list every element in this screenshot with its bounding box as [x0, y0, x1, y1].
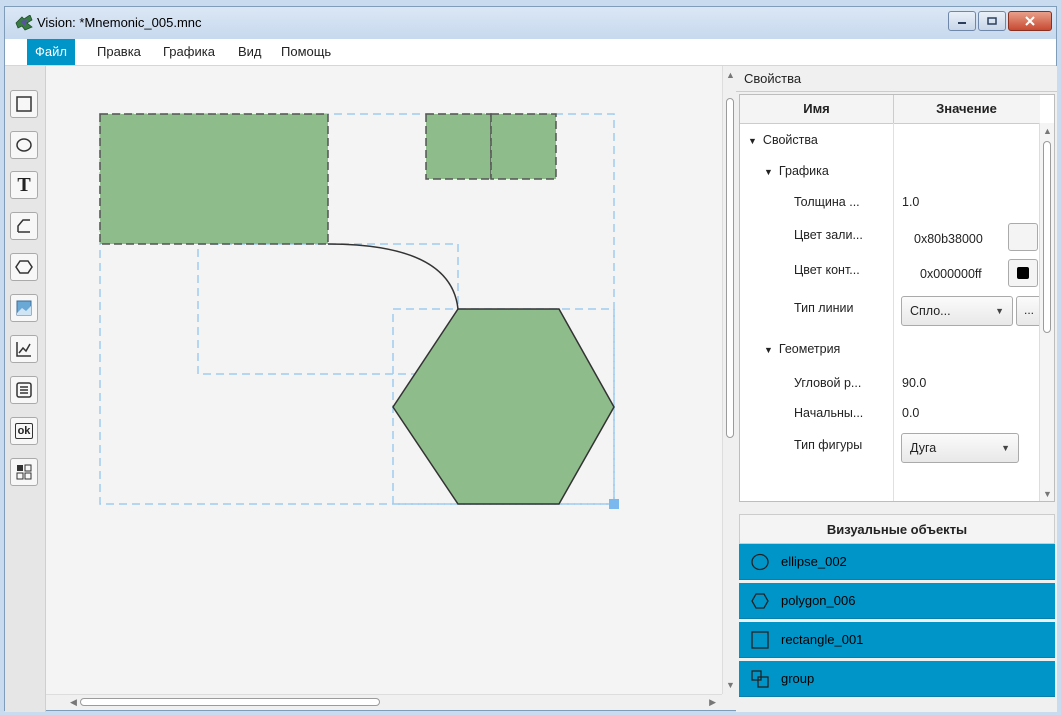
shape-type-select[interactable]: Дуга ▼ — [901, 433, 1019, 463]
rectangle-icon — [751, 631, 769, 649]
color-swatch-icon — [1017, 267, 1029, 279]
group-icon — [751, 670, 769, 688]
column-divider — [893, 123, 894, 501]
column-header-name[interactable]: Имя — [740, 95, 894, 123]
start-angle-value[interactable]: 0.0 — [902, 406, 919, 420]
scroll-down-icon[interactable]: ▼ — [1043, 489, 1052, 499]
tool-palette: T ok — [5, 66, 46, 712]
rectangle-shape[interactable] — [99, 113, 329, 245]
minimize-icon — [958, 22, 966, 24]
visual-object-ellipse[interactable]: ellipse_002 — [739, 544, 1055, 580]
expand-triangle-icon[interactable]: ▼ — [764, 345, 773, 355]
ok-button-tool-icon: ok — [14, 423, 34, 439]
window-title: Vision: *Mnemonic_005.mnc — [37, 15, 202, 30]
chevron-down-icon: ▼ — [1001, 443, 1010, 453]
expand-triangle-icon[interactable]: ▼ — [748, 136, 757, 146]
square-shape-left[interactable] — [425, 113, 492, 180]
horizontal-scroll-thumb[interactable] — [80, 698, 380, 706]
table-tool-icon — [16, 382, 32, 398]
mnemonic-canvas[interactable] — [46, 66, 722, 694]
image-tool-button[interactable] — [10, 294, 38, 322]
ellipse-icon — [751, 553, 769, 571]
line-type-select[interactable]: Спло... ▼ — [901, 296, 1013, 326]
stroke-color-label: Цвет конт... — [794, 263, 860, 277]
table-tool-button[interactable] — [10, 376, 38, 404]
visual-objects-header: Визуальные объекты — [739, 514, 1055, 544]
shape-type-label: Тип фигуры — [794, 438, 863, 452]
tree-row-geometry[interactable]: ▼ Геометрия — [764, 342, 840, 356]
thickness-label: Толщина ... — [794, 195, 860, 209]
title-bar: Vision: *Mnemonic_005.mnc — [5, 7, 1056, 39]
polyline-tool-icon — [17, 219, 30, 233]
text-tool-button[interactable]: T — [10, 171, 38, 199]
fill-color-value[interactable]: 0x80b38000 — [914, 232, 983, 246]
polyline-tool-button[interactable] — [10, 212, 38, 240]
right-panel: Свойства Имя Значение ▼ Свойства ▼ Графика… — [736, 66, 1057, 712]
stroke-color-picker-button[interactable] — [1008, 259, 1038, 287]
expand-triangle-icon[interactable]: ▼ — [764, 167, 773, 177]
close-button[interactable] — [1008, 11, 1052, 31]
canvas-drawing — [99, 113, 619, 509]
text-tool-icon: T — [17, 173, 31, 196]
menu-file[interactable]: Файл — [27, 39, 75, 65]
angle-value[interactable]: 90.0 — [902, 376, 926, 390]
polygon-tool-icon — [15, 260, 33, 274]
scroll-left-icon[interactable]: ◀ — [70, 697, 77, 708]
properties-scroll-thumb[interactable] — [1043, 141, 1051, 333]
visual-object-rectangle[interactable]: rectangle_001 — [739, 622, 1055, 658]
trend-tool-button[interactable] — [10, 335, 38, 363]
maximize-button[interactable] — [978, 11, 1006, 31]
scroll-up-icon[interactable]: ▲ — [1043, 126, 1052, 136]
angle-label: Угловой р... — [794, 376, 862, 390]
widget-tool-button[interactable] — [10, 458, 38, 486]
visual-object-polygon[interactable]: polygon_006 — [739, 583, 1055, 619]
properties-header: Имя Значение — [740, 95, 1040, 124]
chevron-down-icon: ▼ — [995, 306, 1004, 316]
rectangle-tool-icon — [16, 96, 32, 112]
app-logo-icon — [15, 15, 33, 31]
fill-color-picker-button[interactable] — [1008, 223, 1038, 251]
scroll-down-icon[interactable]: ▼ — [726, 680, 735, 690]
fill-color-label: Цвет зали... — [794, 228, 863, 242]
close-icon — [1025, 16, 1035, 26]
polygon-tool-button[interactable] — [10, 253, 38, 281]
button-tool-button[interactable]: ok — [10, 417, 38, 445]
polygon-icon — [751, 593, 769, 609]
grid-widget-icon — [16, 464, 32, 480]
menu-help[interactable]: Помощь — [273, 39, 339, 65]
maximize-icon — [987, 17, 997, 25]
menu-edit[interactable]: Правка — [89, 39, 149, 65]
image-tool-icon — [16, 300, 32, 316]
menu-view[interactable]: Вид — [230, 39, 270, 65]
properties-scrollbar[interactable]: ▲ ▼ — [1039, 123, 1054, 501]
scroll-right-icon[interactable]: ▶ — [709, 697, 716, 708]
arc-shape[interactable] — [327, 243, 459, 310]
chart-tool-icon — [16, 342, 31, 357]
properties-table: Имя Значение ▼ Свойства ▼ Графика Толщина … — [739, 94, 1055, 502]
start-angle-label: Начальны... — [794, 406, 864, 420]
tree-row-properties[interactable]: ▼ Свойства — [748, 133, 818, 147]
ellipse-tool-button[interactable] — [10, 131, 38, 159]
column-header-value[interactable]: Значение — [893, 95, 1040, 123]
rectangle-tool-button[interactable] — [10, 90, 38, 118]
line-type-label: Тип линии — [794, 301, 854, 315]
canvas-horizontal-scrollbar[interactable]: ◀ ▶ — [46, 694, 722, 709]
visual-object-group[interactable]: group — [739, 661, 1055, 697]
hexagon-shape[interactable] — [392, 308, 615, 505]
menu-graphics[interactable]: Графика — [155, 39, 223, 65]
resize-handle[interactable] — [609, 499, 619, 509]
thickness-value[interactable]: 1.0 — [902, 195, 919, 209]
vertical-scroll-thumb[interactable] — [726, 98, 734, 438]
square-shape-right[interactable] — [490, 113, 557, 180]
app-window: Vision: *Mnemonic_005.mnc Файл Правка Гр… — [4, 6, 1057, 712]
properties-panel-title: Свойства — [736, 66, 1057, 92]
ellipse-tool-icon — [16, 138, 32, 152]
minimize-button[interactable] — [948, 11, 976, 31]
menu-bar: Файл Правка Графика Вид Помощь — [5, 39, 1056, 66]
tree-row-graphics[interactable]: ▼ Графика — [764, 164, 829, 178]
stroke-color-value[interactable]: 0x000000ff — [920, 267, 982, 281]
scroll-up-icon[interactable]: ▲ — [726, 70, 735, 80]
canvas-vertical-scrollbar[interactable]: ▲ ▼ — [722, 66, 737, 694]
